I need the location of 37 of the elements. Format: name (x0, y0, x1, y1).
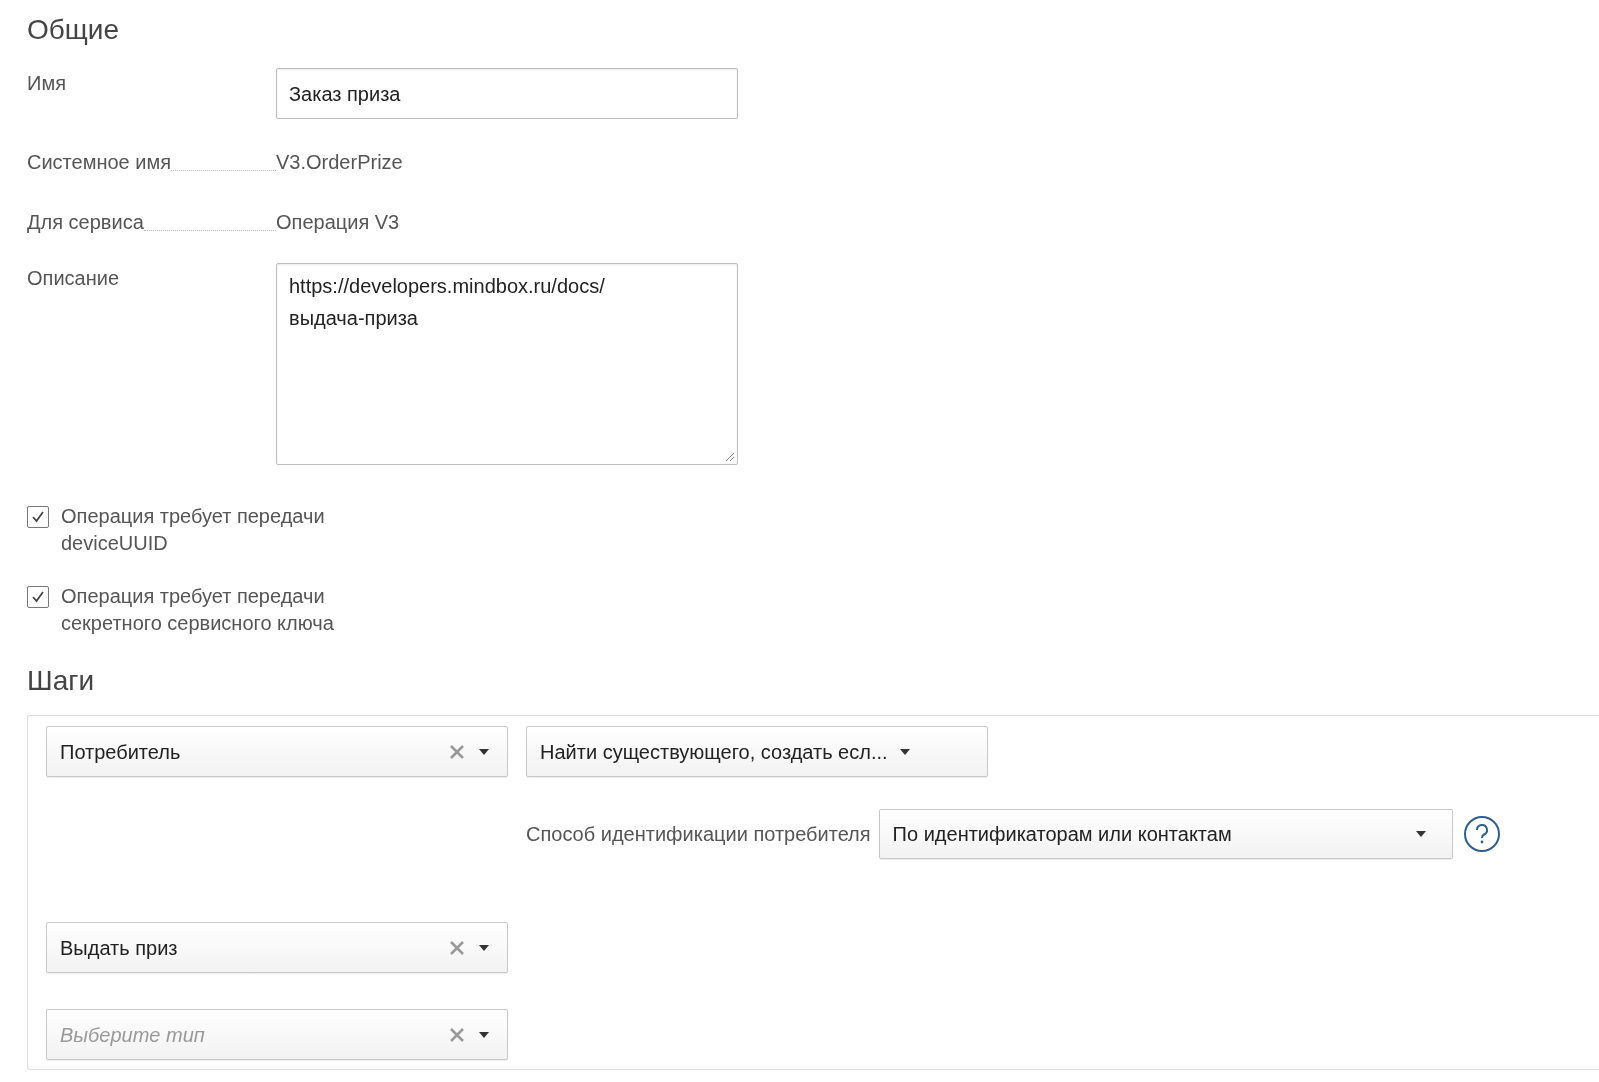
checkbox-label: Операция требует передачи секретного сервисного ключа (61, 584, 335, 636)
checkbox[interactable] (27, 506, 49, 528)
section-title: Общие (27, 13, 121, 47)
select-value: Выдать приз (60, 935, 179, 961)
section-title: Шаги (27, 664, 96, 698)
caret-icon (479, 748, 489, 755)
field-value: V3.OrderPrize (276, 150, 403, 175)
select-value: По идентификаторам или контактам (892, 822, 1233, 847)
field-label: Системное имя (27, 150, 172, 175)
identification-select[interactable]: По идентификаторам или контактам (878, 809, 1453, 859)
select-value: Найти существующего, создать есл... (540, 739, 888, 765)
select-placeholder: Выберите тип (60, 1022, 206, 1048)
check-icon (30, 589, 46, 605)
caret-icon (479, 944, 489, 951)
option-label: Способ идентификации потребителя (526, 822, 871, 847)
clear-icon[interactable] (449, 939, 465, 956)
description-textarea[interactable]: https://developers.mindbox.ru/docs/ выдача-приза (276, 263, 738, 465)
caret-icon (479, 1031, 489, 1038)
clear-icon[interactable] (449, 743, 465, 760)
help-icon[interactable] (1462, 815, 1501, 853)
field-value: Операция V3 (276, 210, 400, 235)
check-icon (30, 509, 46, 525)
clear-icon[interactable] (449, 1026, 465, 1043)
name-input[interactable]: Заказ приза (276, 68, 738, 119)
checkbox-label: Операция требует передачи deviceUUID (61, 504, 326, 556)
field-label: Для сервиса (27, 210, 144, 235)
field-label: Имя (27, 71, 66, 96)
checkbox[interactable] (27, 586, 49, 608)
textarea-value: https://developers.mindbox.ru/docs/ выдача-приза (289, 274, 606, 331)
select-value: Потребитель (60, 739, 182, 765)
caret-icon (1415, 831, 1426, 837)
type-select[interactable]: Потребитель (46, 726, 508, 777)
action-select[interactable]: Найти существующего, создать есл... (526, 726, 988, 777)
resize-handle-icon[interactable] (725, 452, 735, 462)
caret-icon (899, 748, 910, 755)
field-label: Описание (27, 266, 120, 291)
type-select[interactable]: Выдать приз (46, 922, 508, 973)
